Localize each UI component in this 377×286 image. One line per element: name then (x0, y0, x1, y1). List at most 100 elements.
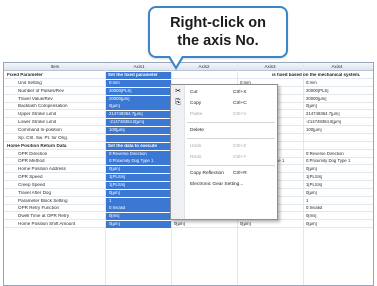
menu-item-label: Copy (190, 100, 202, 106)
row-label: Unit Setting (18, 80, 42, 85)
undo-icon (174, 142, 182, 150)
axis4-cell[interactable]: 0[μm] (306, 191, 369, 195)
row-label: OPR Retry Function (18, 206, 60, 211)
axis1-cell[interactable]: 1[PLS/s] (109, 175, 170, 179)
callout-line-1: Right-click on (170, 15, 266, 31)
axis3-cell[interactable]: 0[μm] (240, 222, 302, 226)
menu-item-copy[interactable]: ⎘ Copy Ctrl+C (171, 98, 277, 108)
menu-item-shortcut: Ctrl+C (233, 100, 247, 106)
menu-item-shortcut: Ctrl+Y (233, 154, 247, 160)
delete-icon (174, 126, 182, 134)
menu-item-label: Redo (190, 154, 202, 160)
column-header-axis3[interactable]: Axis3 (238, 64, 302, 70)
menu-separator (187, 122, 275, 123)
menu-item-undo[interactable]: Undo Ctrl+Z (171, 141, 277, 151)
axis1-cell[interactable]: 0[μm] (109, 191, 170, 195)
callout-bubble: Right-click on the axis No. (148, 6, 288, 58)
menu-item-cut[interactable]: ✂ Cut Ctrl+X (171, 87, 277, 97)
menu-item-label: Electronic Gear Setting... (190, 181, 244, 187)
row-label: Home Position Return Data (7, 143, 67, 148)
menu-item-label: Copy Reflection (190, 170, 224, 176)
menu-item-shortcut: Ctrl+V (233, 111, 247, 117)
row-label: OPR Method (18, 159, 45, 164)
row-label: OPR Direction (18, 151, 48, 156)
row-label: Command In-position (18, 127, 62, 132)
row-label: Backlash Compensation (18, 104, 68, 109)
menu-item-label: Paste (190, 111, 203, 117)
axis4-cell[interactable]: 20000[μm] (306, 97, 369, 101)
row-label: OPR Speed (18, 175, 43, 180)
menu-item-shortcut: Ctrl+X (233, 89, 247, 95)
menu-item-delete[interactable]: Delete (171, 125, 277, 135)
axis4-cell[interactable]: -214748364.8[μm] (306, 120, 369, 124)
menu-item-electronic-gear-setting[interactable]: Electronic Gear Setting... (171, 179, 277, 189)
axis4-cell[interactable]: 0:Reverse Direction (306, 152, 369, 156)
row-label: Creep Speed (18, 182, 46, 187)
row-label: Home Position Address (18, 167, 66, 172)
axis4-cell[interactable]: 0:Proximity Dog Type 1 (306, 159, 369, 163)
menu-item-paste[interactable]: Paste Ctrl+V (171, 109, 277, 119)
axis1-cell[interactable]: 0[μm] (109, 104, 170, 108)
copy-reflection-icon (174, 169, 182, 177)
axis4-cell[interactable]: 0:mm (306, 81, 369, 85)
axis4-cell[interactable]: 1[PLS/s] (306, 175, 369, 179)
menu-item-redo[interactable]: Redo Ctrl+Y (171, 152, 277, 162)
paste-icon (174, 110, 182, 118)
axis1-cell[interactable]: 1 (109, 199, 170, 203)
row-label: Lower Stroke Limit (18, 120, 57, 125)
menu-item-shortcut: Ctrl+Z (233, 143, 247, 149)
table-row[interactable]: Home Position Shift Amount 0[μm] 0[μm] 0[μm… (4, 221, 373, 229)
axis1-cell[interactable]: 20000[μm] (109, 97, 170, 101)
axis1-cell[interactable]: 0[μm] (109, 222, 170, 226)
row-label: Home Position Shift Amount (18, 222, 76, 227)
menu-separator (187, 165, 275, 166)
axis1-cell[interactable]: 20000[PLS] (109, 89, 170, 93)
axis1-cell[interactable]: 0:Reverse Direction (109, 152, 170, 156)
menu-item-label: Undo (190, 143, 202, 149)
axis4-cell[interactable]: 0[μm] (306, 167, 369, 171)
column-header-axis1[interactable]: Axis1 (107, 64, 171, 70)
menu-item-copy-reflection[interactable]: Copy Reflection Ctrl+R (171, 168, 277, 178)
axis1-cell[interactable]: 0[μm] (109, 167, 170, 171)
copy-icon: ⎘ (175, 99, 181, 106)
group-note: Set the data to execute (108, 143, 158, 148)
menu-separator (187, 138, 275, 139)
column-header-axis4[interactable]: Axis4 (304, 64, 370, 70)
axis2-cell[interactable]: 0[μm] (174, 222, 236, 226)
axis4-cell[interactable]: 0:Invalid (306, 206, 369, 210)
column-header-row: Item Axis1 Axis2 Axis3 Axis4 (4, 63, 373, 71)
axis1-cell[interactable]: 0:Invalid (109, 206, 170, 210)
axis4-cell[interactable]: 20000[PLS] (306, 89, 369, 93)
menu-item-label: Delete (190, 127, 204, 133)
row-label: Travel After Dog (18, 190, 52, 195)
axis4-cell[interactable]: 0[μm] (306, 222, 369, 226)
menu-item-shortcut: Ctrl+R (233, 170, 247, 176)
cut-icon: ✂ (175, 88, 181, 95)
selected-axis1-cell (106, 134, 171, 142)
axis4-cell[interactable]: 100[μm] (306, 128, 369, 132)
axis4-cell[interactable]: 214748364.7[μm] (306, 112, 369, 116)
axis1-cell[interactable]: 214748364.7[μm] (109, 112, 170, 116)
context-menu: ✂ Cut Ctrl+X ⎘ Copy Ctrl+C Paste Ctrl+V Delete Un… (170, 84, 278, 220)
axis1-cell[interactable]: 100[μm] (109, 128, 170, 132)
axis4-cell[interactable]: 0[μm] (306, 104, 369, 108)
menu-item-label: Cut (190, 89, 198, 95)
row-label: Travel Value/Rev (18, 96, 53, 101)
column-header-item: Item (50, 64, 60, 69)
callout-line-2: the axis No. (177, 33, 259, 49)
group-row[interactable]: Fixed Parameter Set the fixed parameter is… (4, 72, 373, 79)
electronic-gear-icon (174, 180, 182, 188)
row-label: Parameter Block Setting (18, 198, 68, 203)
axis1-cell[interactable]: 0:Proximity Dog Type 1 (109, 159, 170, 163)
group-note-continued: is fixed based on the mechanical system. (272, 73, 361, 77)
axis4-cell[interactable]: 0[ms] (306, 214, 369, 218)
axis4-cell[interactable]: 1 (306, 199, 369, 203)
axis1-cell[interactable]: -214748364.8[μm] (109, 120, 170, 124)
row-label: Upper Stroke Limit (18, 112, 57, 117)
row-label: Number of Pulses/Rev (18, 88, 64, 93)
group-note: Set the fixed parameter (108, 73, 158, 77)
axis1-cell[interactable]: 0:mm (109, 81, 170, 85)
axis4-cell[interactable]: 1[PLS/s] (306, 183, 369, 187)
axis1-cell[interactable]: 1[PLS/s] (109, 183, 170, 187)
axis1-cell[interactable]: 0[ms] (109, 214, 170, 218)
